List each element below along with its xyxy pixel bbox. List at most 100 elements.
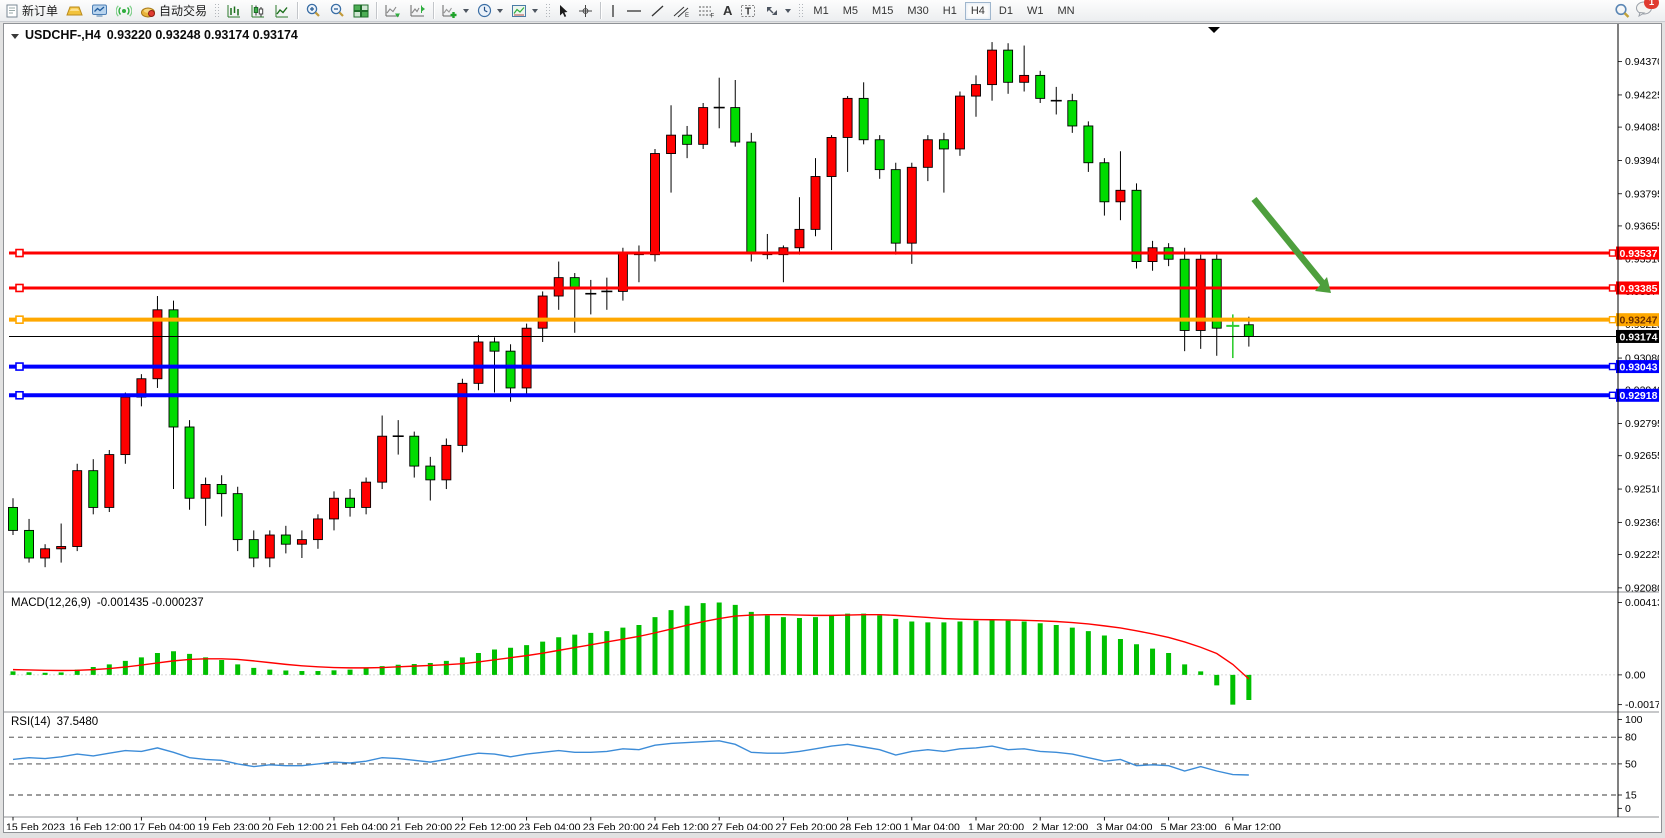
hline-axis-marker bbox=[1610, 285, 1616, 291]
toolbar-separator bbox=[376, 2, 377, 19]
auto-trade-button[interactable]: 自动交易 bbox=[136, 1, 211, 21]
timeframe-button-h4[interactable]: H4 bbox=[965, 2, 991, 20]
trend-arrow[interactable] bbox=[1254, 199, 1325, 286]
timeframe-button-mn[interactable]: MN bbox=[1051, 2, 1080, 20]
price-axis-label: 0.94225 bbox=[1625, 89, 1659, 101]
new-order-button[interactable]: 新订单 bbox=[2, 1, 62, 21]
line-chart-button[interactable] bbox=[270, 1, 294, 21]
search-button[interactable] bbox=[1610, 1, 1635, 21]
timeframe-button-m30[interactable]: M30 bbox=[901, 2, 934, 20]
timeframe-button-d1[interactable]: D1 bbox=[993, 2, 1019, 20]
gold-button[interactable] bbox=[62, 1, 87, 21]
candle-body bbox=[827, 137, 836, 176]
time-axis-label: 17 Feb 04:00 bbox=[133, 822, 195, 831]
hline-handle[interactable] bbox=[16, 284, 23, 291]
terminal-icon bbox=[91, 4, 108, 18]
auto-trade-label: 自动交易 bbox=[159, 2, 207, 19]
new-order-icon bbox=[6, 4, 19, 18]
vertical-line-icon bbox=[608, 4, 618, 18]
candle-body bbox=[1116, 190, 1125, 201]
price-tag-label: 0.93174 bbox=[1620, 331, 1658, 343]
zoom-in-button[interactable] bbox=[301, 1, 325, 21]
price-axis-label: 0.94085 bbox=[1625, 122, 1659, 134]
arrows-tool-button[interactable] bbox=[760, 1, 795, 21]
indicators-button[interactable] bbox=[437, 1, 473, 21]
time-axis-label: 5 Mar 23:00 bbox=[1161, 822, 1217, 831]
horizontal-line-tool-button[interactable] bbox=[622, 1, 646, 21]
bar-chart-button[interactable] bbox=[222, 1, 246, 21]
fibonacci-tool-button[interactable]: F bbox=[694, 1, 719, 21]
rsi-axis-label: 0 bbox=[1625, 803, 1631, 815]
auto-scroll-icon bbox=[384, 4, 401, 18]
candle-body bbox=[651, 154, 660, 255]
candle-body bbox=[891, 170, 900, 244]
rsi-axis-label: 80 bbox=[1625, 732, 1637, 744]
candle-body bbox=[875, 140, 884, 170]
hline-axis-marker bbox=[1610, 250, 1616, 256]
candle-body bbox=[410, 436, 419, 466]
candle-body bbox=[1036, 75, 1045, 98]
time-axis-label: 1 Mar 04:00 bbox=[904, 822, 960, 831]
crosshair-tool-button[interactable] bbox=[574, 1, 597, 21]
vertical-line-tool-button[interactable] bbox=[604, 1, 622, 21]
time-axis-label: 27 Feb 04:00 bbox=[711, 822, 773, 831]
price-axis-label: 0.92655 bbox=[1625, 450, 1659, 462]
crosshair-icon bbox=[578, 4, 593, 18]
timeframe-button-m1[interactable]: M1 bbox=[807, 2, 834, 20]
periods-button[interactable] bbox=[473, 1, 507, 21]
candle-body bbox=[426, 466, 435, 480]
time-axis-label: 27 Feb 20:00 bbox=[775, 822, 837, 831]
timeframe-button-h1[interactable]: H1 bbox=[937, 2, 963, 20]
templates-button[interactable] bbox=[507, 1, 542, 21]
candle-body bbox=[522, 328, 531, 388]
hline-handle[interactable] bbox=[16, 316, 23, 323]
price-axis-label: 0.93795 bbox=[1625, 188, 1659, 200]
candle-body bbox=[490, 342, 499, 351]
hline-handle[interactable] bbox=[16, 363, 23, 370]
candle-body bbox=[955, 96, 964, 149]
equidistant-channel-tool-button[interactable]: E bbox=[669, 1, 694, 21]
rsi-axis-label: 100 bbox=[1625, 714, 1643, 726]
trendline-tool-button[interactable] bbox=[646, 1, 669, 21]
chart-shift-button[interactable] bbox=[405, 1, 430, 21]
candle-body bbox=[378, 436, 387, 482]
cursor-icon bbox=[557, 4, 570, 18]
toolbar-grip bbox=[214, 3, 219, 19]
candle-body bbox=[9, 507, 18, 530]
text-label-tool-button[interactable]: T bbox=[736, 1, 760, 21]
candle-body bbox=[506, 351, 515, 388]
timeframe-button-m15[interactable]: M15 bbox=[866, 2, 899, 20]
text-label-icon: T bbox=[740, 4, 756, 18]
candle-body bbox=[1068, 101, 1077, 126]
price-tag-label: 0.93043 bbox=[1620, 361, 1658, 373]
timeframe-button-m5[interactable]: M5 bbox=[837, 2, 864, 20]
time-axis-label: 3 Mar 04:00 bbox=[1096, 822, 1152, 831]
candle-body bbox=[1132, 190, 1141, 261]
zoom-out-button[interactable] bbox=[325, 1, 349, 21]
candlestick-button[interactable] bbox=[246, 1, 270, 21]
svg-text:E: E bbox=[685, 13, 689, 18]
timeframe-button-w1[interactable]: W1 bbox=[1021, 2, 1050, 20]
hline-axis-marker bbox=[1610, 392, 1616, 398]
candle-body bbox=[683, 135, 692, 144]
rsi-header: RSI(14) 37.5480 bbox=[11, 716, 98, 728]
candle-body bbox=[923, 140, 932, 168]
chart-shift-icon bbox=[409, 4, 426, 18]
signal-button[interactable] bbox=[112, 1, 136, 21]
hline-handle[interactable] bbox=[16, 250, 23, 257]
chart-menu-triangle-icon[interactable] bbox=[11, 34, 19, 39]
indicators-icon bbox=[441, 4, 458, 18]
chart-ohlc-values: 0.93220 0.93248 0.93174 0.93174 bbox=[107, 28, 298, 42]
chart-shift-marker[interactable] bbox=[1208, 27, 1220, 33]
tile-windows-button[interactable] bbox=[349, 1, 373, 21]
cursor-tool-button[interactable] bbox=[553, 1, 574, 21]
text-tool-button[interactable]: A bbox=[719, 1, 736, 21]
hline-handle[interactable] bbox=[16, 392, 23, 399]
tile-windows-icon bbox=[353, 4, 369, 18]
time-axis-label: 1 Mar 20:00 bbox=[968, 822, 1024, 831]
time-axis-label: 6 Mar 12:00 bbox=[1225, 822, 1281, 831]
chat-button[interactable]: 1 bbox=[1635, 0, 1655, 22]
terminal-button[interactable] bbox=[87, 1, 112, 21]
auto-scroll-button[interactable] bbox=[380, 1, 405, 21]
candle-body bbox=[73, 471, 82, 547]
